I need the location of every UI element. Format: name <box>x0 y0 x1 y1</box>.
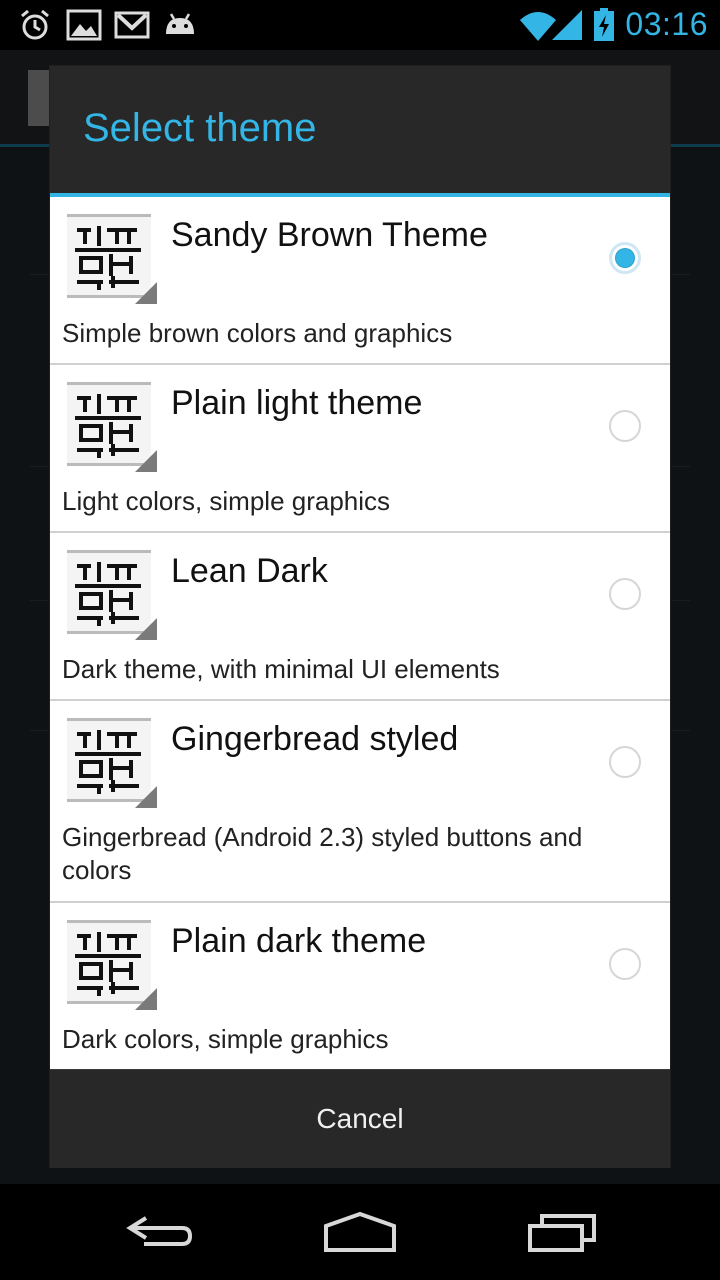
theme-radio[interactable] <box>609 948 641 980</box>
image-icon <box>66 9 102 41</box>
theme-list: Sandy Brown Theme Simple brown colors an… <box>50 197 670 1069</box>
dialog-title: Select theme <box>83 106 317 150</box>
battery-charging-icon <box>594 8 614 41</box>
signal-icon <box>552 10 582 40</box>
theme-item-title: Plain dark theme <box>171 922 427 960</box>
theme-thumbnail-icon <box>67 920 157 1010</box>
status-bar: 03:16 <box>0 0 720 50</box>
theme-item-plain-light[interactable]: Plain light theme Light colors, simple g… <box>50 365 670 533</box>
theme-item-plain-dark[interactable]: Plain dark theme Dark colors, simple gra… <box>50 903 670 1069</box>
theme-item-description: Dark theme, with minimal UI elements <box>62 654 500 684</box>
back-icon[interactable] <box>124 1210 196 1254</box>
theme-thumbnail-icon <box>67 718 157 808</box>
theme-item-description: Dark colors, simple graphics <box>62 1024 389 1054</box>
recent-apps-icon[interactable] <box>526 1210 598 1254</box>
theme-radio[interactable] <box>609 746 641 778</box>
dialog-button-bar: Cancel <box>50 1069 670 1168</box>
theme-item-title: Plain light theme <box>171 384 423 422</box>
theme-item-title: Lean Dark <box>171 552 328 590</box>
android-icon <box>166 13 194 34</box>
theme-radio-checked[interactable] <box>609 242 641 274</box>
gmail-icon <box>114 11 150 39</box>
theme-radio[interactable] <box>609 578 641 610</box>
theme-item-lean-dark[interactable]: Lean Dark Dark theme, with minimal UI el… <box>50 533 670 701</box>
clock: 03:16 <box>625 6 708 42</box>
select-theme-dialog: Select theme Sandy Brown Theme Simple br… <box>50 66 670 1168</box>
theme-item-description: Gingerbread (Android 2.3) styled buttons… <box>62 822 583 885</box>
navigation-bar <box>0 1184 720 1280</box>
alarm-icon <box>21 9 49 40</box>
theme-thumbnail-icon <box>67 214 157 304</box>
home-icon[interactable] <box>322 1210 398 1254</box>
theme-item-sandy-brown[interactable]: Sandy Brown Theme Simple brown colors an… <box>50 197 670 365</box>
theme-item-title: Gingerbread styled <box>171 720 459 758</box>
theme-thumbnail-icon <box>67 382 157 472</box>
cancel-button[interactable]: Cancel <box>50 1070 670 1168</box>
theme-item-gingerbread[interactable]: Gingerbread styled Gingerbread (Android … <box>50 701 670 903</box>
theme-item-title: Sandy Brown Theme <box>171 216 488 254</box>
theme-item-description: Simple brown colors and graphics <box>62 318 453 348</box>
theme-radio[interactable] <box>609 410 641 442</box>
theme-thumbnail-icon <box>67 550 157 640</box>
theme-item-description: Light colors, simple graphics <box>62 486 391 516</box>
